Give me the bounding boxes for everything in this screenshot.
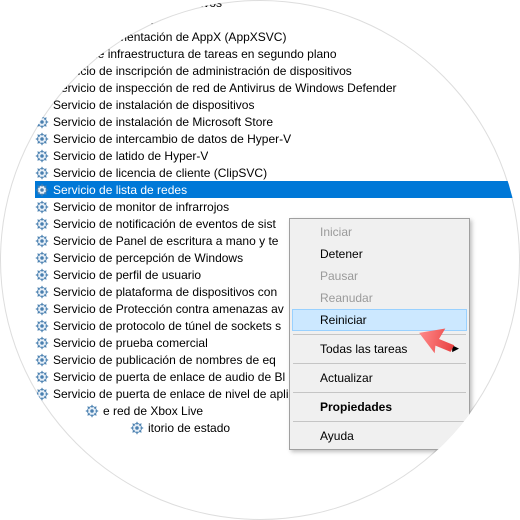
menu-item-ayuda[interactable]: Ayuda: [292, 425, 467, 447]
service-gear-icon: [35, 319, 49, 333]
service-gear-icon: [35, 183, 49, 197]
menu-separator: [293, 363, 466, 364]
service-gear-icon: [35, 387, 49, 401]
service-gear-icon: [130, 421, 144, 435]
service-label: ervicio de infraestructura de tareas en …: [53, 47, 337, 61]
menu-separator: [293, 392, 466, 393]
service-label: Servicio de plataforma de dispositivos c…: [53, 285, 277, 299]
service-label: Servicio de lista de redes: [53, 183, 187, 197]
menu-item-detener[interactable]: Detener: [292, 243, 467, 265]
service-gear-icon: [35, 353, 49, 367]
service-gear-icon: [35, 302, 49, 316]
menu-item-pausar: Pausar: [292, 265, 467, 287]
service-gear-icon: [85, 13, 99, 27]
service-row[interactable]: e host HV: [35, 11, 495, 28]
service-row[interactable]: Servicio de instalación de dispositivos: [35, 96, 495, 113]
service-label: Servicio de protocolo de túnel de socket…: [53, 319, 281, 333]
service-gear-icon: [35, 251, 49, 265]
menu-item-todas-tareas[interactable]: Todas las tareas: [292, 338, 467, 360]
service-row[interactable]: Servicio de licencia de cliente (ClipSVC…: [35, 164, 495, 181]
service-label: itorio de estado: [148, 421, 230, 435]
context-menu: Iniciar Detener Pausar Reanudar Reinicia…: [289, 218, 470, 450]
service-label: Servicio de inspección de red de Antivir…: [53, 81, 397, 95]
service-row[interactable]: Servicio de lista de redes: [35, 181, 515, 198]
service-label: Servicio de prueba comercial: [53, 336, 208, 350]
service-gear-icon: [35, 149, 49, 163]
service-label: Servicio de publicación de nombres de eq: [53, 353, 276, 367]
service-gear-icon: [35, 132, 49, 146]
service-label: Servicio de instalación de dispositivos: [53, 98, 254, 112]
service-label: e host HV: [103, 13, 156, 27]
service-label: Servicio de Protección contra amenazas a…: [53, 302, 284, 316]
menu-item-reanudar: Reanudar: [292, 287, 467, 309]
service-gear-icon: [35, 30, 49, 44]
menu-separator: [293, 334, 466, 335]
service-row[interactable]: Servicio de latido de Hyper-V: [35, 147, 495, 164]
service-gear-icon: [35, 47, 49, 61]
service-gear-icon: [35, 217, 49, 231]
service-row[interactable]: Servicio de intercambio de datos de Hype…: [35, 130, 495, 147]
service-gear-icon: [35, 115, 49, 129]
service-gear-icon: [35, 234, 49, 248]
service-label: cio de implementación de AppX (AppXSVC): [53, 30, 286, 44]
service-label: Servicio de puerta de enlace de nivel de…: [53, 387, 323, 401]
service-label: Servicio de intercambio de datos de Hype…: [53, 132, 291, 146]
service-label: Servicio de percepción de Windows: [53, 251, 243, 265]
service-label: Servicio de puerta de enlace de audio de…: [53, 370, 285, 384]
service-row[interactable]: Servicio de inspección de red de Antivir…: [35, 79, 495, 96]
service-row[interactable]: ervicio de infraestructura de tareas en …: [35, 45, 495, 62]
service-label: Servicio de latido de Hyper-V: [53, 149, 208, 163]
service-label: e red de Xbox Live: [103, 404, 203, 418]
service-label: Servicio de perfil de usuario: [53, 268, 201, 282]
menu-item-reiniciar[interactable]: Reiniciar: [292, 309, 467, 331]
service-label: Servicio de instalación de Microsoft Sto…: [53, 115, 273, 129]
menu-item-actualizar[interactable]: Actualizar: [292, 367, 467, 389]
service-gear-icon: [35, 370, 49, 384]
menu-item-iniciar: Iniciar: [292, 221, 467, 243]
service-row[interactable]: al de archivos: [35, 0, 495, 11]
service-row[interactable]: cio de implementación de AppX (AppXSVC): [35, 28, 495, 45]
service-row[interactable]: Servicio de inscripción de administració…: [35, 62, 495, 79]
service-row[interactable]: Servicio de monitor de infrarrojos: [35, 198, 495, 215]
service-gear-icon: [35, 268, 49, 282]
service-label: Servicio de licencia de cliente (ClipSVC…: [53, 166, 267, 180]
service-gear-icon: [35, 285, 49, 299]
service-gear-icon: [35, 336, 49, 350]
service-gear-icon: [85, 404, 99, 418]
menu-item-propiedades[interactable]: Propiedades: [292, 396, 467, 418]
service-label: Servicio de monitor de infrarrojos: [53, 200, 229, 214]
service-gear-icon: [130, 0, 144, 10]
service-gear-icon: [35, 98, 49, 112]
service-gear-icon: [35, 200, 49, 214]
menu-separator: [293, 421, 466, 422]
service-label: Servicio de inscripción de administració…: [53, 64, 352, 78]
service-label: al de archivos: [148, 0, 222, 10]
service-label: Servicio de notificación de eventos de s…: [53, 217, 276, 231]
service-gear-icon: [35, 64, 49, 78]
service-gear-icon: [35, 166, 49, 180]
service-gear-icon: [35, 81, 49, 95]
service-row[interactable]: Servicio de instalación de Microsoft Sto…: [35, 113, 495, 130]
service-label: Servicio de Panel de escritura a mano y …: [53, 234, 278, 248]
